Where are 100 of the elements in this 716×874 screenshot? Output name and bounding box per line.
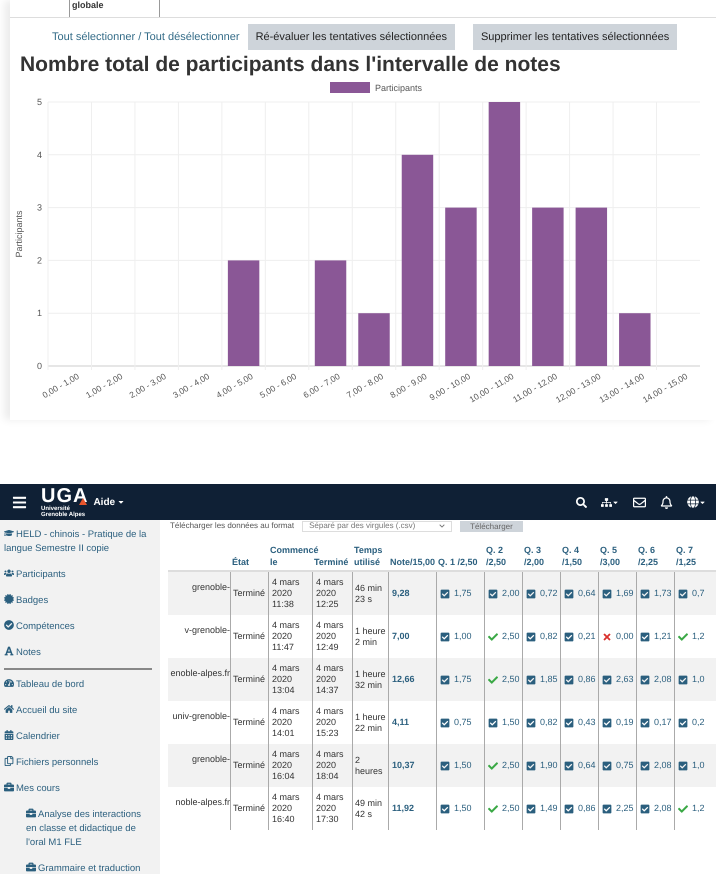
question-score-link[interactable]: 0,75	[616, 760, 634, 771]
column-header[interactable]: Q. 7 /1,25	[676, 544, 714, 568]
nav-item[interactable]: HELD - chinois - Pratique de la langue Semestre II copie	[4, 528, 152, 556]
caret-icon[interactable]	[612, 498, 619, 506]
question-score-link[interactable]: 1,00	[454, 631, 472, 642]
briefcase-icon	[4, 782, 14, 792]
bell-icon[interactable]	[660, 496, 673, 508]
select-all-link[interactable]: Tout sélectionner	[52, 30, 136, 43]
grade-link[interactable]: 11,92	[392, 803, 414, 814]
nav-item[interactable]: Analyse des interactions en classe et didactique de l'oral M1 FLE	[4, 808, 152, 850]
question-score-link[interactable]: 2,08	[654, 674, 672, 685]
partial-check-icon	[602, 674, 612, 684]
partial-check-icon	[678, 674, 688, 684]
question-score-link[interactable]: 1,73	[654, 588, 672, 599]
column-header[interactable]: Temps utilisé	[354, 544, 386, 568]
table-cell: Terminé	[233, 717, 266, 728]
column-header[interactable]: Q. 4 /1,50	[562, 544, 596, 568]
question-score-link[interactable]: 0,86	[578, 803, 596, 814]
question-score-link[interactable]: 0,00	[616, 631, 634, 642]
question-score-link[interactable]: 1,0	[692, 674, 705, 685]
question-score-link[interactable]: 1,50	[454, 803, 472, 814]
question-score-link[interactable]: 0,19	[616, 717, 634, 728]
question-score-link[interactable]: 1,2	[692, 803, 705, 814]
question-score-link[interactable]: 0,43	[578, 717, 596, 728]
download-button[interactable]: Télécharger	[460, 520, 523, 532]
column-header[interactable]: Q. 1 /2,50	[438, 556, 478, 568]
question-score-link[interactable]: 1,69	[616, 588, 634, 599]
action-button[interactable]: Supprimer les tentatives sélectionnées	[472, 24, 678, 50]
question-score-link[interactable]: 0,7	[692, 588, 705, 599]
envelope-icon[interactable]	[633, 496, 646, 508]
y-tick-label: 4	[36, 150, 42, 160]
question-score-link[interactable]: 0,21	[578, 631, 596, 642]
chevron-icon	[439, 523, 446, 529]
grade-link[interactable]: 9,28	[392, 588, 410, 599]
question-score-link[interactable]: 2,50	[502, 674, 520, 685]
question-score-link[interactable]: 1,50	[454, 760, 472, 771]
nav-item[interactable]: Badges	[4, 594, 152, 608]
question-score-link[interactable]: 0,64	[578, 760, 596, 771]
column-header[interactable]: Q. 6 /2,25	[638, 544, 672, 568]
partial-check-icon	[526, 588, 536, 598]
column-header[interactable]: Terminé	[314, 556, 348, 568]
question-score-link[interactable]: 1,21	[654, 631, 672, 642]
question-score-link[interactable]: 1,0	[692, 760, 705, 771]
search-icon[interactable]	[576, 496, 587, 508]
partial-check-icon	[440, 718, 450, 728]
question-score-link[interactable]: 2,25	[616, 803, 634, 814]
check-icon	[488, 804, 498, 814]
question-score-link[interactable]: 0,17	[654, 717, 672, 728]
column-header[interactable]: Note/15,00	[390, 556, 436, 568]
menu-icon[interactable]	[12, 494, 27, 510]
question-score-link[interactable]: 2,50	[502, 760, 520, 771]
nav-item[interactable]: Tableau de bord	[4, 678, 152, 692]
question-score-link[interactable]: 1,90	[540, 760, 558, 771]
question-score-link[interactable]: 2,00	[502, 588, 520, 599]
partial-check-icon	[488, 588, 498, 598]
nav-item[interactable]: Fichiers personnels	[4, 756, 152, 770]
partial-check-icon	[564, 632, 574, 642]
help-menu[interactable]: Aide	[93, 494, 126, 510]
table-cell-text: 2 heures	[355, 754, 384, 776]
question-score-link[interactable]: 2,08	[654, 760, 672, 771]
question-score-link[interactable]: 1,75	[454, 588, 472, 599]
question-score-link[interactable]: 0,82	[540, 717, 558, 728]
nav-item[interactable]: Compétences	[4, 620, 152, 634]
nav-item[interactable]: Notes	[4, 646, 152, 670]
question-score-link[interactable]: 0,2	[692, 717, 705, 728]
nav-item[interactable]: Mes cours	[4, 782, 152, 796]
partial-check-icon	[640, 804, 650, 814]
question-score-link[interactable]: 0,72	[540, 588, 558, 599]
action-button[interactable]: Ré-évaluer les tentatives sélectionnées	[248, 24, 455, 50]
question-score-link[interactable]: 2,08	[654, 803, 672, 814]
column-header[interactable]: Q. 5 /3,00	[600, 544, 634, 568]
grade-link[interactable]: 7,00	[392, 631, 410, 642]
caret-icon[interactable]	[699, 498, 706, 506]
question-score-link[interactable]: 2,50	[502, 631, 520, 642]
column-header[interactable]: Q. 2 /2,50	[486, 544, 520, 568]
grade-link[interactable]: 4,11	[392, 717, 410, 728]
column-header[interactable]: État	[232, 556, 250, 568]
globe-icon[interactable]	[687, 496, 699, 508]
nav-item[interactable]: Grammaire et traduction	[4, 862, 152, 874]
question-score-link[interactable]: 0,82	[540, 631, 558, 642]
format-select[interactable]: Séparé par des virgules (.csv)	[302, 520, 452, 532]
question-score-link[interactable]: 1,85	[540, 674, 558, 685]
grade-link[interactable]: 10,37	[392, 760, 415, 771]
column-header[interactable]: Q. 3 /2,00	[524, 544, 558, 568]
question-score-link[interactable]: 1,2	[692, 631, 705, 642]
sitemap-icon[interactable]	[601, 496, 612, 508]
grade-link[interactable]: 12,66	[392, 674, 415, 685]
question-score-link[interactable]: 0,86	[578, 674, 596, 685]
nav-item[interactable]: Participants	[4, 568, 152, 582]
question-score-link[interactable]: 0,75	[454, 717, 472, 728]
y-tick-label: 0	[36, 361, 42, 371]
question-score-link[interactable]: 2,50	[502, 803, 520, 814]
question-score-link[interactable]: 2,63	[616, 674, 634, 685]
question-score-link[interactable]: 0,64	[578, 588, 596, 599]
question-score-link[interactable]: 1,50	[502, 717, 520, 728]
deselect-all-link[interactable]: Tout désélectionner	[144, 30, 240, 43]
question-score-link[interactable]: 1,49	[540, 803, 558, 814]
nav-item[interactable]: Calendrier	[4, 730, 152, 744]
question-score-link[interactable]: 1,75	[454, 674, 472, 685]
nav-item[interactable]: Accueil du site	[4, 704, 152, 718]
